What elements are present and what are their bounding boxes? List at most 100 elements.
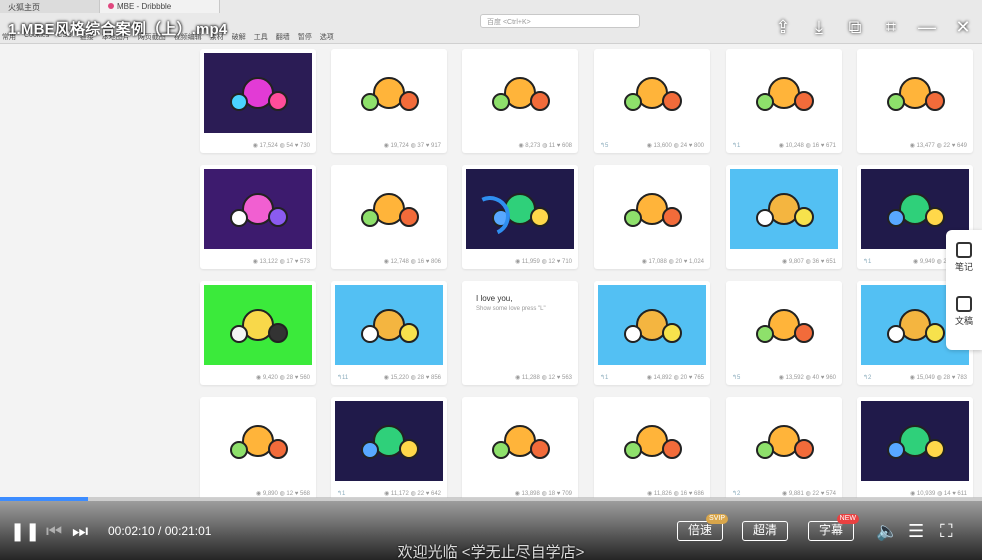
illustration-shape [925,323,945,343]
speed-button[interactable]: 倍速 SVIP [677,514,728,541]
previous-icon[interactable]: ⏮ [46,521,62,541]
shot-stats-values: ◉ 9,807 ◍ 36 ♥ 651 [781,259,836,265]
shot-thumbnail[interactable] [204,169,312,249]
download-icon[interactable]: ⤓ [808,16,830,38]
shot-card[interactable]: ↰1 ◉ 14,892 ◍ 20 ♥ 765 [594,281,710,385]
shot-card[interactable]: ◉ 17,524 ◍ 54 ♥ 730 [200,49,316,153]
shot-line: Show some love press "L" [476,306,546,312]
shot-card[interactable]: ↰5 ◉ 13,600 ◍ 24 ♥ 800 [594,49,710,153]
illustration-shape [361,325,379,343]
shot-card[interactable]: June 20, 2018I love you,Show some love p… [462,281,578,385]
fullscreen-icon[interactable]: ⛶ [940,521,953,541]
shot-thumbnail[interactable] [598,169,706,249]
shot-thumbnail[interactable] [335,169,443,249]
shot-stats-values: ◉ 11,959 ◍ 12 ♥ 710 [515,259,572,265]
shot-thumbnail[interactable] [466,53,574,133]
shot-stats-values: ◉ 8,273 ◍ 11 ♥ 608 [518,143,572,149]
shot-card[interactable]: ↰2 ◉ 9,881 ◍ 22 ♥ 574 [726,397,842,498]
notes-label: 笔记 [954,262,973,272]
illustration-shape [794,91,814,111]
tab-label: 火狐主页 [8,3,40,12]
shot-card[interactable]: ◉ 13,898 ◍ 18 ♥ 709 [462,397,578,498]
shot-thumbnail[interactable] [861,401,969,481]
illustration-shape [756,325,774,343]
minimize-icon[interactable]: — [916,16,938,38]
illustration-shape [756,209,774,227]
shot-stats: ◉ 9,890 ◍ 12 ♥ 568 [200,490,310,497]
browser-tab-home[interactable]: 火狐主页 [0,0,100,13]
shot-stats: ◉ 12,748 ◍ 16 ♥ 806 [331,258,441,265]
bookmark[interactable]: 翻墙 [276,32,290,44]
shot-thumbnail[interactable] [466,401,574,481]
shot-thumbnail[interactable]: I love you, Show some love press "L" [466,285,574,365]
shot-stats: ↰5 ◉ 13,600 ◍ 24 ♥ 800 [594,142,704,149]
browser-tab-dribbble[interactable]: MBE - Dribbble [100,0,220,13]
draft-button[interactable]: 文稿 [946,296,982,327]
shot-stats: ↰1 ◉ 10,248 ◍ 16 ♥ 671 [726,142,836,149]
close-icon[interactable]: ✕ [952,16,974,38]
next-icon[interactable]: ⏭ [72,521,88,541]
shot-thumbnail[interactable] [204,401,312,481]
shot-thumbnail[interactable] [335,401,443,481]
shot-card[interactable]: ◉ 19,724 ◍ 37 ♥ 917 [331,49,447,153]
quality-button[interactable]: 超清 [742,521,788,541]
shot-card[interactable]: ◉ 9,420 ◍ 28 ♥ 560 [200,281,316,385]
rebound-count: ↰1 [600,375,609,381]
crop-icon[interactable]: ⌗ [880,16,902,38]
shot-card[interactable]: ◉ 10,939 ◍ 14 ♥ 611 [857,397,973,498]
shot-thumbnail[interactable] [730,169,838,249]
shot-card[interactable]: ↰11 ◉ 15,220 ◍ 28 ♥ 856 [331,281,447,385]
illustration-shape [624,209,642,227]
shot-card[interactable]: ◉ 13,122 ◍ 17 ♥ 573 [200,165,316,269]
shot-card[interactable]: ◉ 9,890 ◍ 12 ♥ 568 [200,397,316,498]
shot-thumbnail[interactable] [598,401,706,481]
illustration-shape [361,441,379,459]
shot-stats: ◉ 11,288 ◍ 12 ♥ 563 [462,374,572,381]
shot-card[interactable]: ↰1 ◉ 11,172 ◍ 22 ♥ 642 [331,397,447,498]
shot-thumbnail[interactable] [598,53,706,133]
illustration-shape [361,209,379,227]
illustration-shape [756,441,774,459]
share-icon[interactable]: ⇪ [772,16,794,38]
illustration-shape [399,439,419,459]
shot-card[interactable]: ◉ 13,477 ◍ 22 ♥ 649 [857,49,973,153]
shot-stats: ◉ 17,524 ◍ 54 ♥ 730 [200,142,310,149]
shot-thumbnail[interactable] [730,401,838,481]
shot-stats-values: ◉ 15,049 ◍ 28 ♥ 783 [909,375,967,381]
shot-thumbnail[interactable] [730,285,838,365]
shot-thumbnail[interactable] [204,53,312,133]
bookmark[interactable]: 工具 [254,32,268,44]
notes-button[interactable]: 笔记 [946,242,982,273]
shot-thumbnail[interactable] [861,53,969,133]
bookmark[interactable]: 暂停 [298,32,312,44]
illustration-shape [794,439,814,459]
picture-in-picture-icon[interactable]: ⧉ [844,16,866,38]
shot-card[interactable]: ↰5 ◉ 13,592 ◍ 40 ♥ 960 [726,281,842,385]
shot-thumbnail[interactable] [335,53,443,133]
illustration-shape [662,207,682,227]
shot-thumbnail[interactable] [204,285,312,365]
shot-card[interactable]: ↰1 ◉ 10,248 ◍ 16 ♥ 671 [726,49,842,153]
bookmark[interactable]: 破解 [232,32,246,44]
shot-card[interactable]: ◉ 11,826 ◍ 16 ♥ 686 [594,397,710,498]
shot-stats-values: ◉ 13,477 ◍ 22 ♥ 649 [909,143,967,149]
shot-thumbnail[interactable] [598,285,706,365]
bookmark[interactable]: 选项 [320,32,334,44]
rebound-count: ↰5 [600,143,609,149]
illustration-shape [230,93,248,111]
pause-icon[interactable]: ❚❚ [10,521,40,541]
shot-stats: ◉ 10,939 ◍ 14 ♥ 611 [857,490,967,497]
video-subtitle: 欢迎光临 <学无止尽自学店> [397,544,585,560]
shot-card[interactable]: ◉ 8,273 ◍ 11 ♥ 608 [462,49,578,153]
shot-stats: ↰11 ◉ 15,220 ◍ 28 ♥ 856 [331,374,441,381]
captions-button[interactable]: 字幕 NEW [808,514,859,541]
playlist-icon[interactable]: ☰ [908,521,924,541]
captions-label: 字幕 [818,523,843,537]
shot-card[interactable]: ◉ 9,807 ◍ 36 ♥ 651 [726,165,842,269]
shot-thumbnail[interactable] [335,285,443,365]
shot-card[interactable]: ◉ 17,088 ◍ 20 ♥ 1,024 [594,165,710,269]
shot-thumbnail[interactable] [730,53,838,133]
volume-icon[interactable]: 🔈 [876,521,898,541]
shot-card[interactable]: ◉ 12,748 ◍ 16 ♥ 806 [331,165,447,269]
search-input[interactable]: 百度 <Ctrl+K> [480,14,640,28]
